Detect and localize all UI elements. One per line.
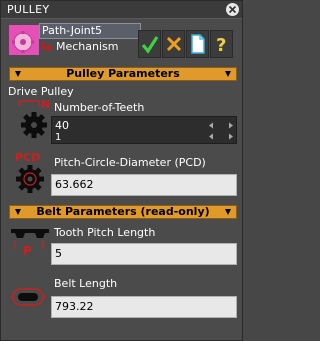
teeth-label: Number-of-Teeth bbox=[54, 101, 145, 114]
pcd-label: Pitch-Circle-Diameter (PCD) bbox=[54, 156, 206, 169]
collapse-arrow-icon bbox=[225, 71, 231, 77]
belt-length-icon bbox=[10, 288, 46, 306]
window-title: PULLEY bbox=[7, 3, 50, 16]
teeth-count-icon: N bbox=[18, 98, 50, 138]
teeth-min-value: 1 bbox=[55, 132, 62, 143]
section-title: Pulley Parameters bbox=[66, 67, 180, 80]
mechanism-arrow-icon bbox=[42, 42, 52, 51]
svg-text:PCD: PCD bbox=[15, 151, 40, 164]
spin-up-arrows-icon[interactable] bbox=[207, 120, 235, 131]
belt-length-label: Belt Length bbox=[54, 277, 118, 290]
close-icon[interactable] bbox=[226, 3, 239, 16]
cancel-x-icon bbox=[166, 36, 182, 52]
collapse-arrow-icon bbox=[15, 209, 21, 215]
checkmark-icon bbox=[141, 36, 159, 54]
cancel-button[interactable] bbox=[162, 30, 185, 58]
component-header: Path-Joint5 Mechanism bbox=[9, 22, 141, 60]
teeth-value: 40 bbox=[55, 119, 69, 132]
help-button[interactable]: ? bbox=[210, 30, 233, 58]
svg-text:?: ? bbox=[216, 35, 226, 54]
collapse-arrow-icon bbox=[15, 71, 21, 77]
pcd-field[interactable]: 63.662 bbox=[51, 174, 237, 196]
svg-text:P: P bbox=[23, 244, 32, 258]
teeth-spinbox[interactable]: 40 1 bbox=[51, 116, 237, 144]
title-bar[interactable]: PULLEY bbox=[1, 1, 242, 19]
spin-down-arrows-icon[interactable] bbox=[207, 131, 235, 142]
pcd-icon: PCD bbox=[15, 151, 44, 193]
ok-button[interactable] bbox=[138, 30, 161, 58]
svg-text:N: N bbox=[41, 98, 50, 111]
pulley-component-icon bbox=[9, 25, 39, 55]
tooth-pitch-label: Tooth Pitch Length bbox=[54, 226, 156, 239]
belt-parameters-header[interactable]: Belt Parameters (read-only) bbox=[9, 205, 237, 219]
tooth-pitch-icon: P bbox=[11, 229, 49, 258]
collapse-arrow-icon bbox=[225, 209, 231, 215]
new-document-button[interactable] bbox=[186, 30, 209, 58]
mechanism-name: Mechanism bbox=[56, 40, 119, 53]
help-question-icon: ? bbox=[216, 35, 226, 54]
drive-pulley-label: Drive Pulley bbox=[8, 85, 74, 98]
pulley-parameters-header[interactable]: Pulley Parameters bbox=[9, 67, 237, 81]
belt-length-field[interactable]: 793.22 bbox=[51, 296, 237, 318]
tooth-pitch-field[interactable]: 5 bbox=[51, 243, 237, 265]
pulley-window: PULLEY Path-Joint5 Mechanism ? Pulley Pa… bbox=[0, 0, 243, 341]
new-document-icon bbox=[191, 34, 205, 54]
section-title: Belt Parameters (read-only) bbox=[36, 205, 210, 218]
joint-name-field[interactable]: Path-Joint5 bbox=[39, 23, 141, 39]
